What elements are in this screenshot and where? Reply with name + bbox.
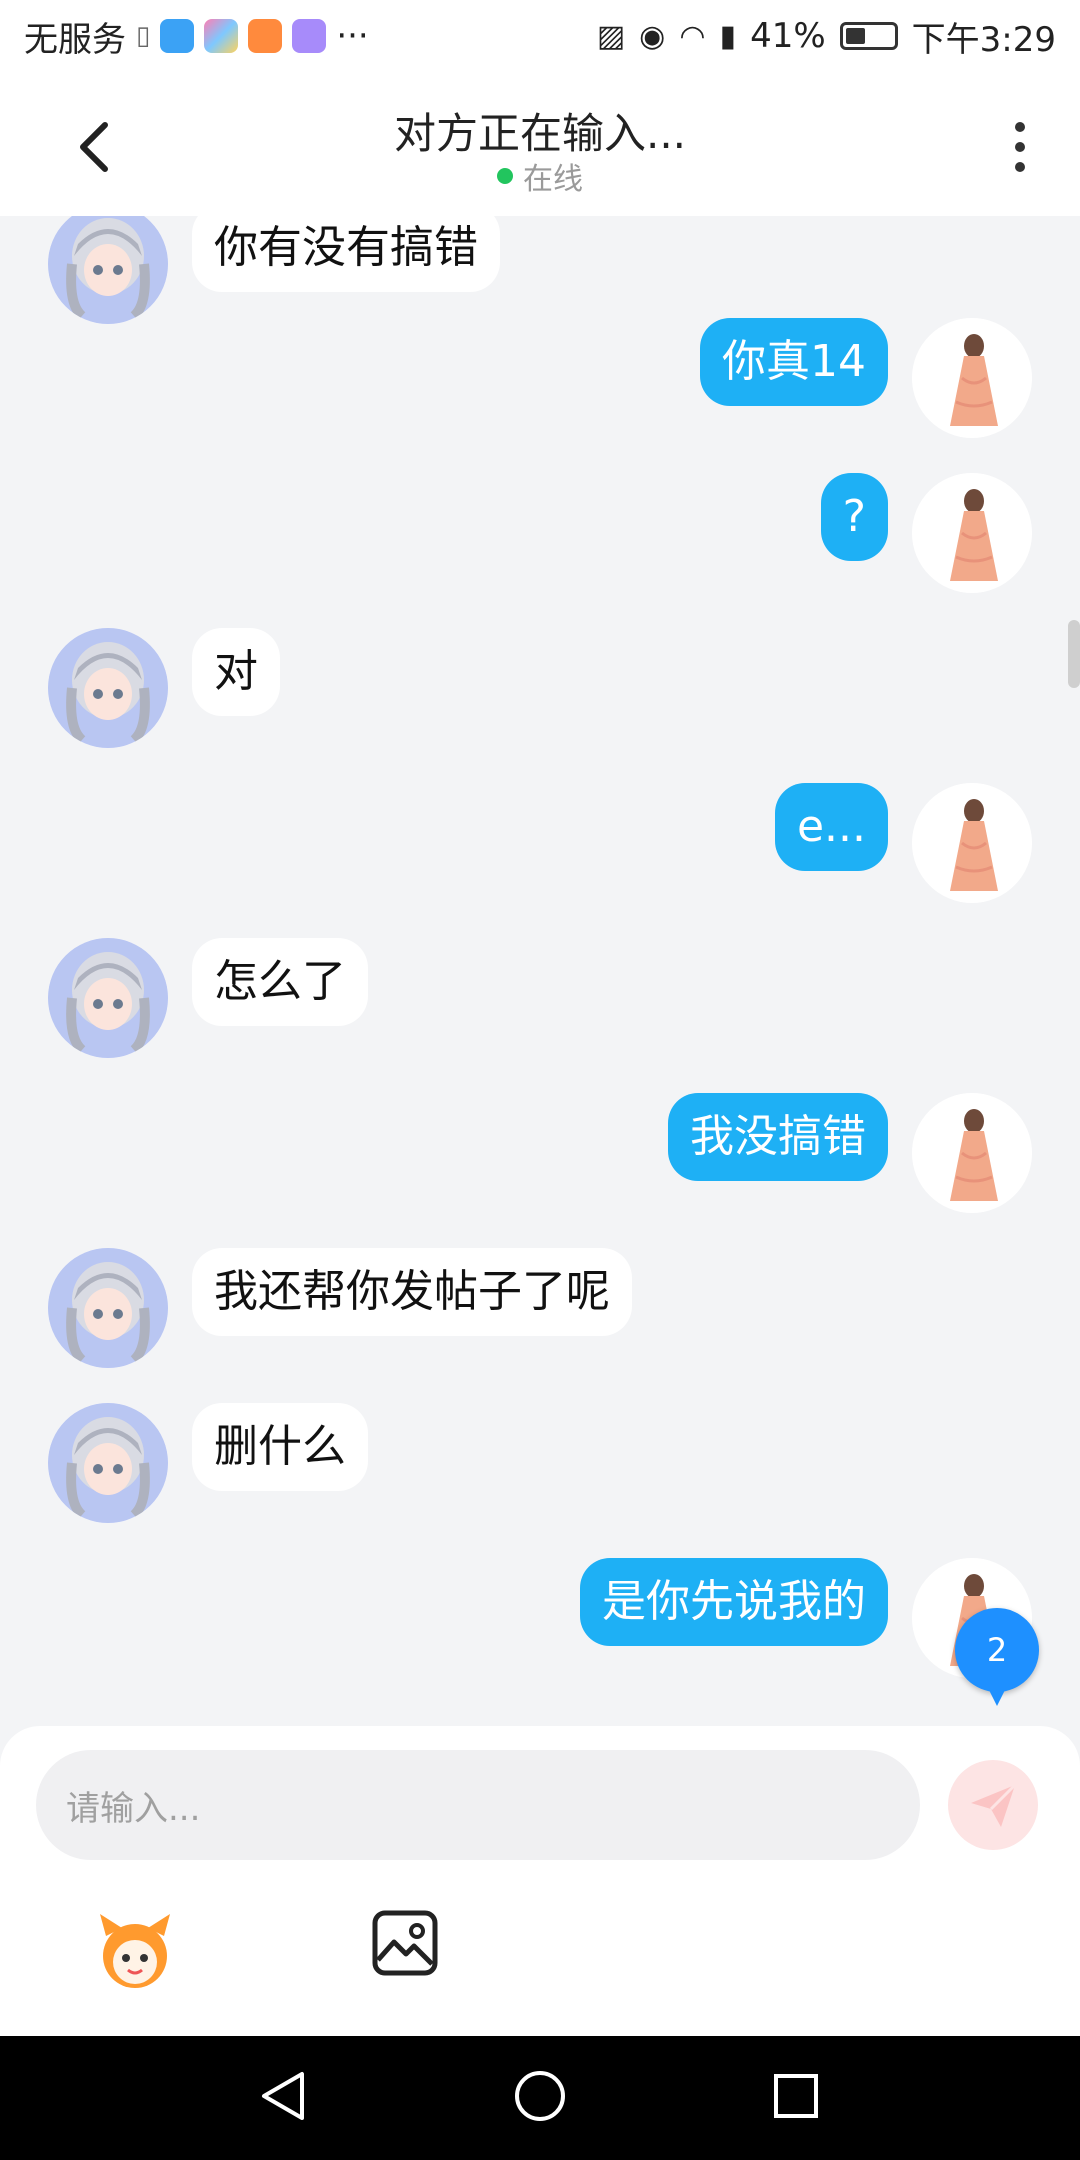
triangle-back-icon xyxy=(262,2072,304,2120)
message-bubble[interactable]: 对 xyxy=(192,628,280,716)
battery-percent: 41% xyxy=(750,16,826,56)
clock-app-icon xyxy=(292,19,327,53)
wifi-icon: ◠ xyxy=(679,18,706,54)
message-row: 我没搞错 xyxy=(0,1093,1080,1223)
message-bubble[interactable]: e... xyxy=(774,783,888,871)
emoji-mascot-button[interactable] xyxy=(92,1906,178,1992)
doc-icon: ▯ xyxy=(136,21,151,51)
online-status: 在线 xyxy=(0,154,1080,198)
my-avatar[interactable] xyxy=(912,473,1032,593)
message-row: 对 xyxy=(0,628,1080,758)
eye-icon: ◉ xyxy=(639,18,666,54)
message-row: 我还帮你发帖子了呢 xyxy=(0,1248,1080,1378)
my-avatar[interactable] xyxy=(912,783,1032,903)
unread-badge[interactable]: 2 xyxy=(955,1608,1039,1706)
message-row: 你有没有搞错 xyxy=(0,216,1080,334)
colorful-app-icon xyxy=(204,19,239,53)
input-placeholder: 请输入... xyxy=(66,1788,201,1829)
system-nav-bar xyxy=(0,2036,1080,2160)
online-dot-icon xyxy=(497,168,513,184)
contact-avatar[interactable] xyxy=(48,216,168,324)
more-dot-icon xyxy=(1015,122,1025,132)
more-options-button[interactable] xyxy=(1000,112,1040,182)
contact-avatar[interactable] xyxy=(48,938,168,1058)
scroll-indicator[interactable] xyxy=(1068,620,1080,688)
more-dot-icon xyxy=(1015,162,1025,172)
battery-fill xyxy=(845,28,865,44)
status-bar: 无服务 ▯ ··· ▨ ◉ ◠ ▮ 41% 下午3:29 xyxy=(0,0,1080,72)
message-row: 你真14 xyxy=(0,318,1080,448)
clock-time: 下午3:29 xyxy=(911,19,1056,60)
message-bubble[interactable]: 怎么了 xyxy=(192,938,368,1026)
my-avatar[interactable] xyxy=(912,318,1032,438)
no-sim-icon: ▨ xyxy=(596,18,626,54)
message-bubble[interactable]: 你真14 xyxy=(700,318,888,406)
message-bubble[interactable]: 是你先说我的 xyxy=(580,1558,888,1646)
unread-count: 2 xyxy=(986,1631,1008,1669)
message-bubble[interactable]: 我没搞错 xyxy=(668,1093,888,1181)
chat-title: 对方正在输入... xyxy=(393,109,687,158)
battery-icon xyxy=(839,22,898,50)
carrier-text: 无服务 xyxy=(24,19,126,60)
image-picker-button[interactable] xyxy=(370,1908,440,1978)
message-row: e... xyxy=(0,783,1080,913)
battery-alert-icon: ▮ xyxy=(719,18,737,54)
mascot-icon xyxy=(100,1914,170,1988)
message-row: 删什么 xyxy=(0,1403,1080,1533)
online-status-text: 在线 xyxy=(523,162,583,197)
send-button[interactable] xyxy=(948,1760,1038,1850)
contact-avatar[interactable] xyxy=(48,628,168,748)
message-row: 是你先说我的 xyxy=(0,1558,1080,1688)
nav-home-button[interactable] xyxy=(512,2068,568,2128)
more-notifications-text: ··· xyxy=(336,16,369,56)
input-bar: 请输入... xyxy=(0,1726,1080,2036)
message-list[interactable]: 你有没有搞错你真14? 对 e... 怎么了我没搞错 我还帮你发帖子了呢 删什么是你先说我… xyxy=(0,216,1080,1726)
nav-recents-button[interactable] xyxy=(768,2068,824,2128)
contact-avatar[interactable] xyxy=(48,1248,168,1368)
circle-home-icon xyxy=(515,2071,565,2121)
message-bubble[interactable]: ? xyxy=(820,473,888,561)
square-recents-icon xyxy=(774,2074,818,2118)
message-bubble[interactable]: 我还帮你发帖子了呢 xyxy=(192,1248,632,1336)
contact-avatar[interactable] xyxy=(48,1403,168,1523)
message-bubble[interactable]: 删什么 xyxy=(192,1403,368,1491)
message-input[interactable]: 请输入... xyxy=(36,1750,920,1860)
image-icon xyxy=(372,1910,438,1976)
shield-app-icon xyxy=(160,19,195,53)
message-bubble[interactable]: 你有没有搞错 xyxy=(192,216,500,292)
nav-back-button[interactable] xyxy=(256,2068,312,2128)
message-row: 怎么了 xyxy=(0,938,1080,1068)
my-avatar[interactable] xyxy=(912,1093,1032,1213)
video-app-icon xyxy=(248,19,283,53)
chat-header: 对方正在输入... 在线 xyxy=(0,72,1080,216)
send-icon xyxy=(971,1783,1017,1827)
more-dot-icon xyxy=(1015,142,1025,152)
message-row: ? xyxy=(0,473,1080,603)
